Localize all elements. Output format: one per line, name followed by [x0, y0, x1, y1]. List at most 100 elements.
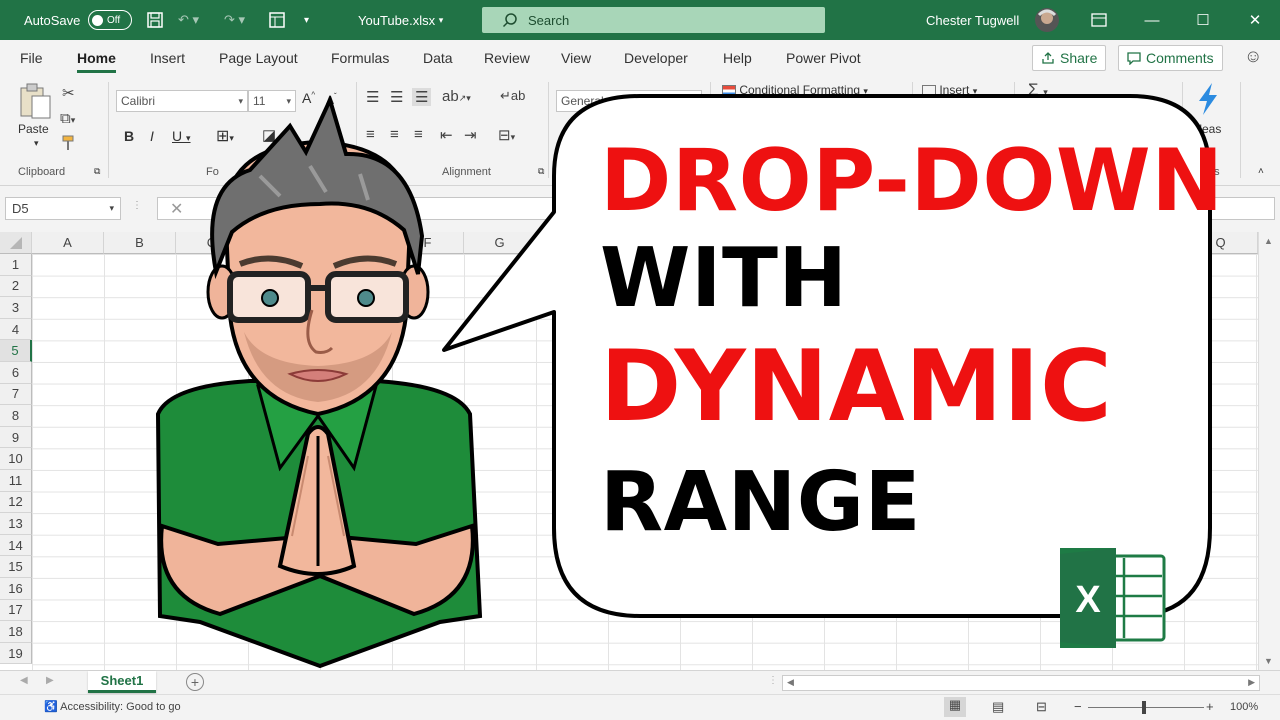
select-all-button[interactable]: [0, 232, 32, 254]
tab-view[interactable]: View: [561, 50, 591, 66]
accessibility-status[interactable]: ♿ Accessibility: Good to go: [44, 700, 181, 713]
title-bar: AutoSave Off ↶ ▾ ↷ ▾ ▾ YouTube.xlsx ▾ Se…: [0, 0, 1280, 40]
bold-button[interactable]: B: [124, 128, 134, 144]
tab-home[interactable]: Home: [77, 50, 116, 73]
prev-sheet-icon[interactable]: ◀: [20, 675, 28, 686]
page-break-view-icon[interactable]: ⊟: [1036, 699, 1047, 715]
feedback-smiley-icon[interactable]: ☺: [1244, 46, 1262, 67]
accessibility-icon: ♿: [44, 701, 58, 713]
tab-power-pivot[interactable]: Power Pivot: [786, 50, 861, 66]
file-name[interactable]: YouTube.xlsx ▾: [358, 0, 443, 40]
autosave-label: AutoSave: [24, 12, 81, 28]
row-header[interactable]: 6: [0, 362, 32, 384]
row-header[interactable]: 4: [0, 318, 32, 341]
user-avatar[interactable]: [1034, 0, 1060, 40]
horizontal-scrollbar[interactable]: ◀ ▶: [782, 675, 1260, 691]
cartoon-presenter-illustration: [140, 94, 490, 676]
copy-icon[interactable]: ⧉▾: [60, 110, 75, 127]
tab-splitter-icon[interactable]: ⋮: [768, 675, 778, 686]
column-header[interactable]: A: [32, 232, 104, 254]
search-placeholder: Search: [528, 12, 570, 28]
paste-icon[interactable]: [18, 82, 52, 124]
tab-formulas[interactable]: Formulas: [331, 50, 389, 66]
row-header[interactable]: 13: [0, 513, 32, 535]
minimize-icon[interactable]: —: [1127, 0, 1177, 40]
close-icon[interactable]: ✕: [1230, 0, 1280, 40]
vertical-scrollbar[interactable]: ▲ ▼: [1258, 232, 1280, 670]
comments-button[interactable]: Comments: [1118, 45, 1223, 71]
tab-insert[interactable]: Insert: [150, 50, 185, 66]
share-button[interactable]: Share: [1032, 45, 1107, 71]
tab-file[interactable]: File: [20, 50, 43, 66]
row-header[interactable]: 7: [0, 383, 32, 406]
row-header[interactable]: 3: [0, 297, 32, 319]
row-header[interactable]: 11: [0, 470, 32, 492]
row-header[interactable]: 8: [0, 405, 32, 427]
zoom-slider-thumb[interactable]: [1142, 701, 1146, 714]
row-header[interactable]: 12: [0, 491, 32, 514]
headline-line-2: WITH: [600, 231, 848, 326]
excel-logo-letter: X: [1075, 579, 1101, 621]
comments-label: Comments: [1146, 50, 1214, 66]
row-header-selected[interactable]: 5: [0, 340, 32, 362]
row-header[interactable]: 9: [0, 426, 32, 449]
zoom-level[interactable]: 100%: [1230, 701, 1258, 713]
share-label: Share: [1060, 50, 1098, 66]
row-header[interactable]: 18: [0, 621, 32, 643]
separator: [108, 82, 109, 178]
zoom-slider[interactable]: [1088, 707, 1204, 708]
search-icon: [502, 13, 517, 28]
normal-view-icon[interactable]: ▦: [944, 697, 966, 717]
headline-line-3: DYNAMIC: [600, 330, 1113, 444]
tab-help[interactable]: Help: [723, 50, 752, 66]
headline-line-1: DROP-DOWN: [600, 131, 1224, 231]
cut-icon[interactable]: ✂: [62, 84, 75, 102]
tab-review[interactable]: Review: [484, 50, 530, 66]
ribbon-display-icon[interactable]: [1074, 0, 1124, 40]
name-box[interactable]: D5 ▾: [5, 197, 121, 220]
next-sheet-icon[interactable]: ▶: [46, 675, 54, 686]
maximize-icon[interactable]: ☐: [1178, 0, 1228, 40]
comment-icon: [1127, 52, 1141, 65]
row-header[interactable]: 15: [0, 556, 32, 578]
format-painter-icon[interactable]: [60, 134, 78, 156]
row-header[interactable]: 2: [0, 275, 32, 298]
page-layout-view-icon[interactable]: ▤: [992, 699, 1004, 715]
scroll-up-icon[interactable]: ▲: [1264, 236, 1273, 246]
toggle-knob-icon: [92, 14, 103, 26]
paste-dropdown-icon[interactable]: ▾: [34, 138, 39, 149]
autosave-state: Off: [107, 14, 121, 26]
customize-toolbar-icon[interactable]: ▾: [304, 0, 309, 40]
headline-line-4: RANGE: [600, 455, 922, 550]
save-icon[interactable]: [146, 0, 164, 40]
tab-page-layout[interactable]: Page Layout: [219, 50, 298, 66]
row-header[interactable]: 19: [0, 642, 32, 665]
scroll-left-icon[interactable]: ◀: [787, 677, 794, 688]
zoom-in-icon[interactable]: +: [1206, 699, 1214, 714]
share-icon: [1042, 52, 1054, 64]
row-header[interactable]: 16: [0, 578, 32, 600]
tab-developer[interactable]: Developer: [624, 50, 688, 66]
scroll-down-icon[interactable]: ▼: [1264, 656, 1273, 666]
undo-icon[interactable]: ↶ ▾: [178, 0, 199, 40]
separator: [1240, 82, 1241, 178]
row-header[interactable]: 1: [0, 254, 32, 276]
tab-data[interactable]: Data: [423, 50, 453, 66]
zoom-out-icon[interactable]: −: [1074, 699, 1082, 714]
collapse-ribbon-icon[interactable]: ˄: [1258, 166, 1264, 177]
search-input[interactable]: Search: [482, 7, 825, 33]
excel-logo: X: [1058, 548, 1168, 653]
form-icon[interactable]: [268, 0, 286, 40]
scroll-right-icon[interactable]: ▶: [1248, 677, 1255, 688]
paste-label[interactable]: Paste: [18, 122, 49, 136]
accessibility-label: Accessibility: Good to go: [60, 701, 181, 713]
autosave-toggle[interactable]: Off: [88, 0, 132, 40]
redo-icon[interactable]: ↷ ▾: [224, 0, 245, 40]
clipboard-launcher-icon[interactable]: ⧉: [94, 166, 100, 177]
scroll-thumb[interactable]: [807, 678, 1193, 688]
clipboard-group-label: Clipboard: [18, 166, 66, 178]
row-header[interactable]: 14: [0, 534, 32, 557]
user-name[interactable]: Chester Tugwell: [926, 0, 1019, 40]
row-header[interactable]: 17: [0, 599, 32, 622]
row-header[interactable]: 10: [0, 448, 32, 470]
